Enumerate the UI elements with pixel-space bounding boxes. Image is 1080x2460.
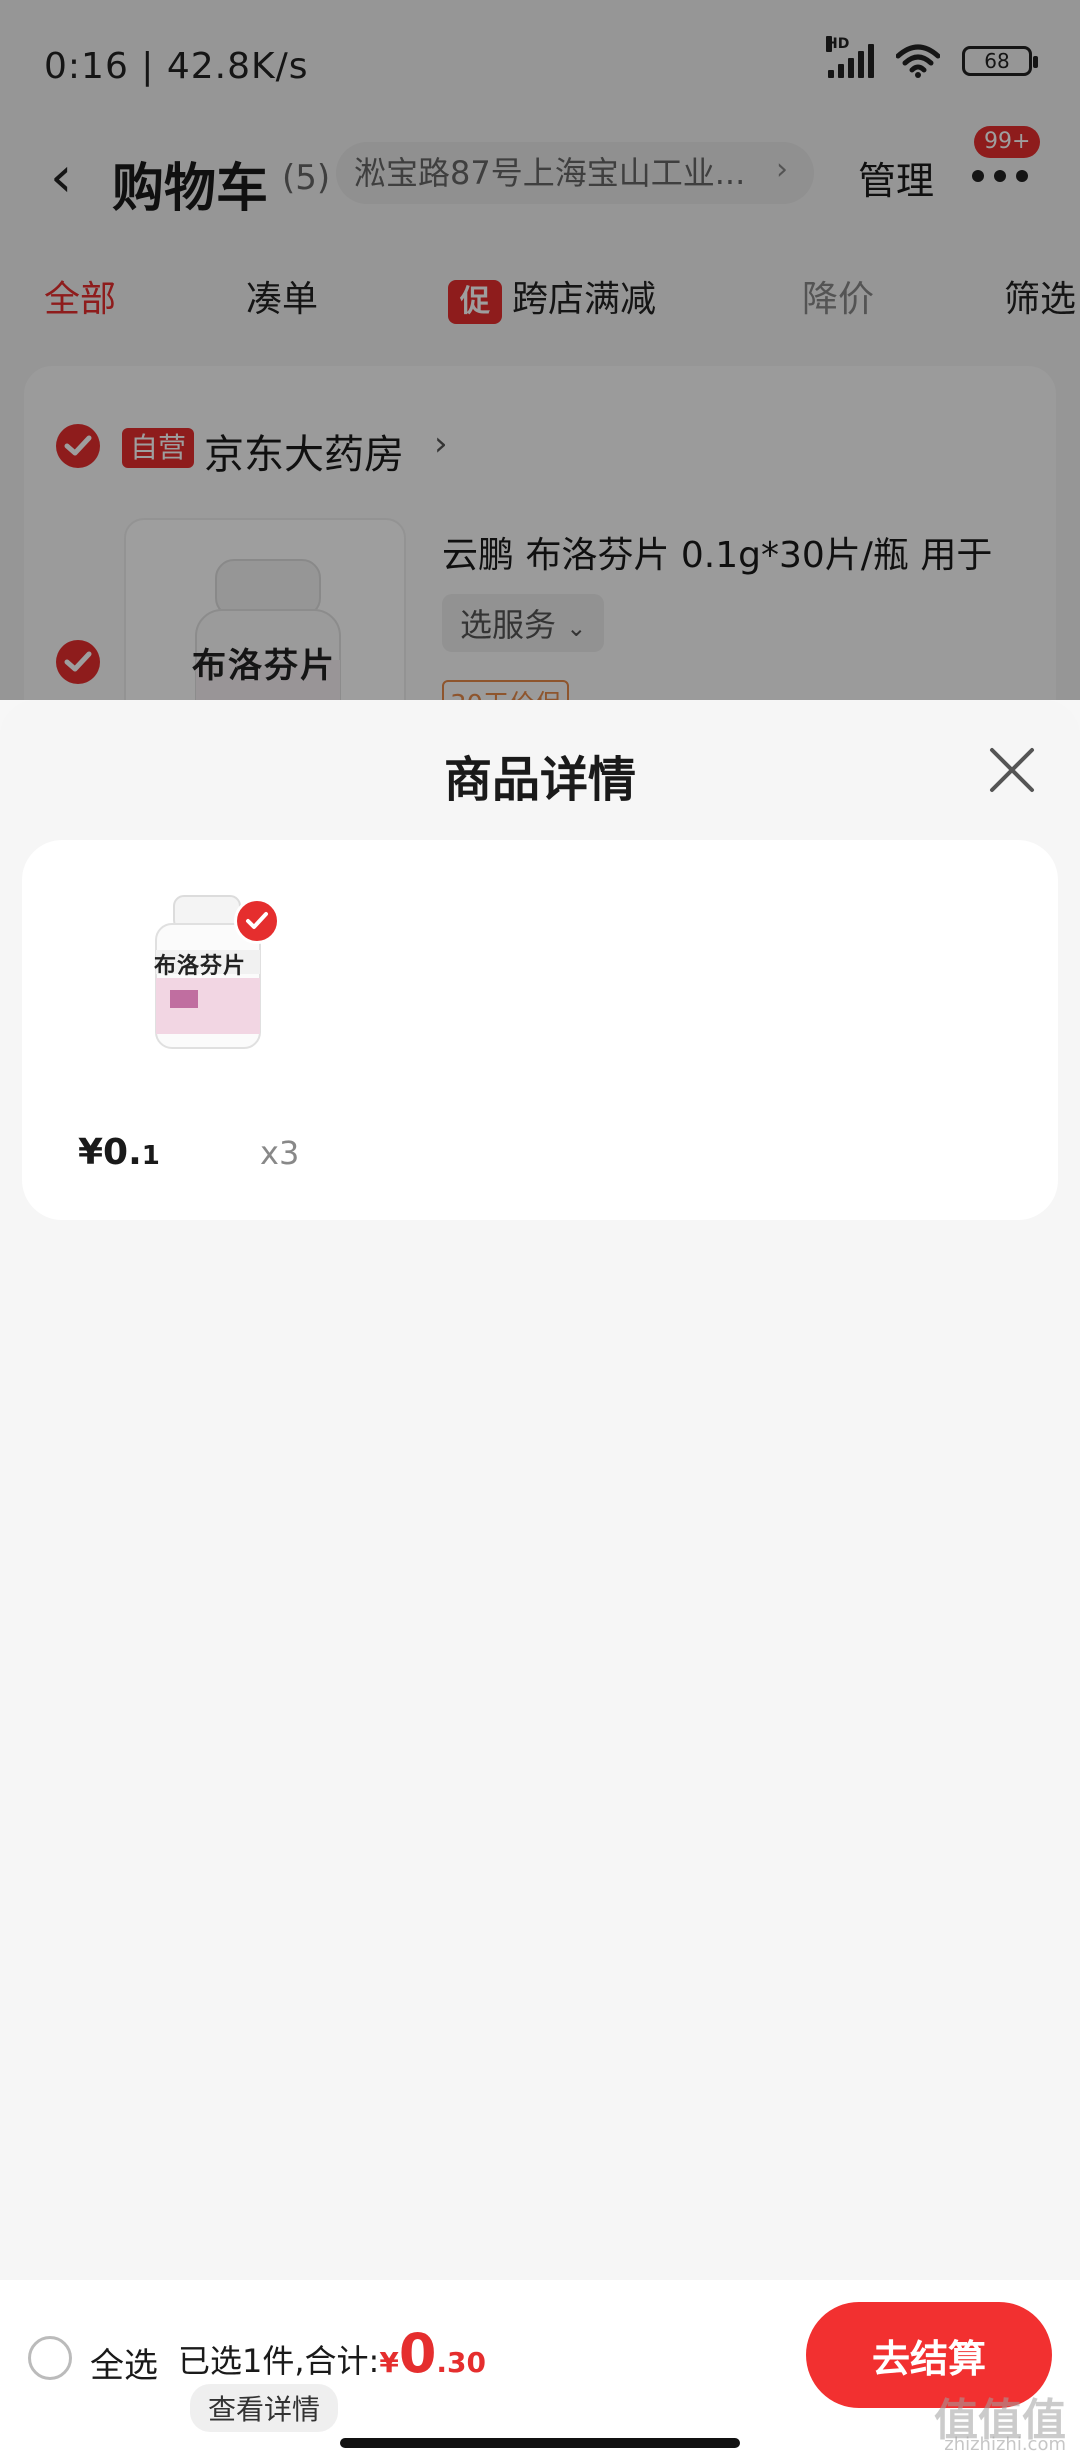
item-price-dec: 1 [141,1141,160,1171]
selected-item-card: 布洛芬片 ¥0.1 x3 [22,840,1058,1220]
home-indicator[interactable] [340,2438,740,2448]
item-check-icon[interactable] [234,898,280,944]
view-details-button[interactable]: 查看详情 [190,2384,339,2432]
item-quantity: x3 [260,1134,300,1172]
product-detail-sheet: 商品详情 布洛芬片 ¥0.1 x3 [0,700,1080,2460]
total-dec: .30 [436,2346,486,2379]
select-all-radio[interactable] [28,2336,72,2380]
close-icon[interactable] [986,744,1038,796]
selected-count-text: 已选1件,合计: [178,2342,380,2380]
watermark-url: zhizhizhi.com [944,2434,1066,2455]
modal-overlay[interactable] [0,0,1080,700]
item-price: ¥0.1 [78,1132,160,1173]
select-all-label[interactable]: 全选 [90,2338,158,2387]
checkout-bar: 全选 已选1件,合计:¥0.30 查看详情 去结算 [0,2280,1080,2460]
total-int: 0 [398,2322,437,2385]
selected-item-image-label: 布洛芬片 [154,954,247,979]
total-price: ¥0.30 [379,2322,486,2385]
selection-summary: 已选1件,合计:¥0.30 [178,2322,486,2385]
sheet-title: 商品详情 [443,752,636,808]
item-price-int: ¥0. [78,1132,142,1173]
total-currency: ¥ [379,2346,399,2379]
